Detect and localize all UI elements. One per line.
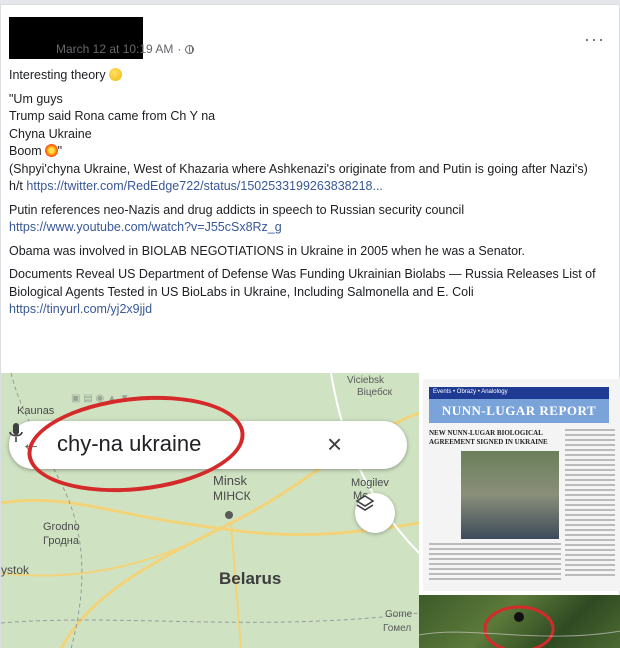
emoji-face-icon: [108, 68, 122, 81]
report-photo: [461, 451, 559, 539]
post-line: Chyna Ukraine: [9, 126, 92, 141]
post-line: Obama was involved in BIOLAB NEGOTIATION…: [9, 243, 525, 258]
collision-emoji-icon: [44, 144, 58, 157]
map-label-gome: Gome: [385, 609, 413, 620]
post-line: Interesting theory: [9, 68, 106, 82]
report-title: NUNN-LUGAR REPORT: [429, 399, 609, 423]
nunn-lugar-report-image[interactable]: Events • Obrazy • Analology NUNN-LUGAR R…: [423, 379, 620, 591]
photo-grid[interactable]: ▣ ▤ ◉ ▲ ▼ Kaunas Viciebsk Віцебск Minsk …: [1, 373, 620, 648]
more-options-button[interactable]: ···: [584, 29, 605, 50]
satellite-overlay: [419, 605, 620, 648]
map-label-minsk-cyr: МIНСК: [213, 489, 251, 503]
report-text-lines: [429, 543, 561, 583]
post-line: "Um guys: [9, 91, 63, 106]
map-label-gome-cyr: Гомел: [383, 623, 412, 634]
facebook-post-card: March 12 at 10:19 AM · ··· Interesting t…: [0, 4, 620, 648]
post-body: Interesting theory "Um guys Trump said R…: [9, 67, 613, 319]
twitter-link[interactable]: https://twitter.com/RedEdge722/status/15…: [26, 179, 383, 193]
map-label-grodno: Grodno: [43, 521, 80, 533]
map-label-vitebsk-cyr: Віцебск: [357, 387, 392, 398]
map-label-belarus: Belarus: [219, 569, 282, 588]
clear-search-icon[interactable]: ×: [327, 429, 342, 460]
map-screenshot[interactable]: ▣ ▤ ◉ ▲ ▼ Kaunas Viciebsk Віцебск Minsk …: [1, 373, 419, 648]
map-label-vitebsk: Viciebsk: [347, 375, 385, 386]
report-headline: NEW NUNN-LUGAR BIOLOGICAL AGREEMENT SIGN…: [429, 429, 548, 446]
map-label-mogilev: Mogilev: [351, 477, 389, 489]
post-line: Documents Reveal US Department of Defens…: [9, 267, 596, 299]
satellite-map-thumbnail[interactable]: [419, 595, 620, 648]
layers-icon: [355, 495, 375, 511]
layers-button[interactable]: [355, 493, 395, 533]
globe-icon: [185, 44, 195, 54]
report-text-column: [565, 429, 615, 579]
youtube-link[interactable]: https://www.youtube.com/watch?v=J55cSx8R…: [9, 219, 613, 237]
post-line: Putin references neo-Nazis and drug addi…: [9, 202, 465, 217]
post-line: Boom: [9, 144, 42, 158]
post-line: h/t: [9, 179, 23, 193]
meta-separator: ·: [177, 42, 182, 56]
map-label-minsk: Minsk: [213, 473, 247, 488]
report-top-bar: Events • Obrazy • Analology: [429, 387, 609, 399]
map-label-grodno-cyr: Гродна: [43, 535, 79, 547]
post-line: (Shpyi'chyna Ukraine, West of Khazaria w…: [9, 161, 588, 176]
map-label-kaunas: Kaunas: [17, 405, 55, 417]
post-timestamp[interactable]: March 12 at 10:19 AM: [56, 42, 173, 56]
microphone-icon[interactable]: [9, 421, 23, 445]
post-meta: March 12 at 10:19 AM ·: [56, 42, 195, 56]
post-line: Trump said Rona came from Ch Y na: [9, 109, 216, 123]
quote-mark: ": [57, 144, 63, 158]
map-label-ystok: ystok: [1, 563, 30, 577]
tinyurl-link[interactable]: https://tinyurl.com/yj2x9jjd: [9, 301, 613, 319]
